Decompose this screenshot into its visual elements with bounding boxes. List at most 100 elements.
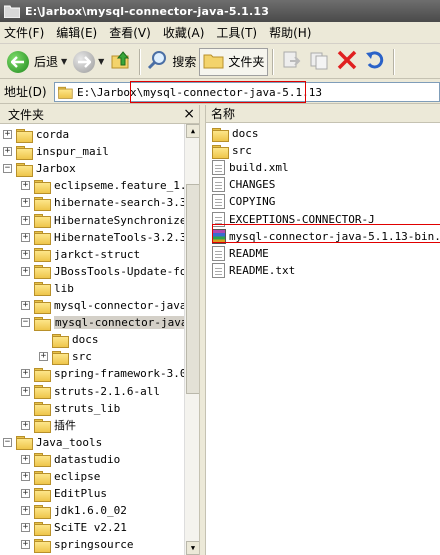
chevron-down-icon[interactable]: ▼ <box>61 57 67 66</box>
delete-icon <box>336 49 358 74</box>
tree-item[interactable]: + struts-2.1.6-all <box>21 383 160 400</box>
chevron-down-icon[interactable]: ▼ <box>98 57 104 66</box>
file-list-item[interactable]: build.xml <box>212 159 289 176</box>
expand-icon[interactable]: + <box>39 352 48 362</box>
menu-edit[interactable]: 编辑(E) <box>56 24 97 41</box>
tree-item[interactable]: struts_lib <box>21 400 120 417</box>
copy-to-button[interactable] <box>305 48 333 76</box>
tree-item[interactable]: + eclipseme.feature_1.7. <box>21 177 199 194</box>
expand-icon[interactable]: + <box>21 540 30 550</box>
tree-item[interactable]: + src <box>39 348 92 365</box>
tree-item[interactable]: + JBossTools-Update-for <box>21 263 193 280</box>
tree-item-label: docs <box>72 333 99 347</box>
folder-icon <box>34 196 51 211</box>
tree-item-label: Jarbox <box>36 162 76 176</box>
tree-item[interactable]: − mysql-connector-java-5 <box>21 314 199 331</box>
menu-file[interactable]: 文件(F) <box>4 24 44 41</box>
move-to-button[interactable] <box>277 48 305 76</box>
expand-icon[interactable]: + <box>21 454 30 464</box>
expand-icon[interactable]: + <box>3 130 12 139</box>
file-list-item[interactable]: README <box>212 245 269 262</box>
file-list-item[interactable]: src <box>212 142 252 159</box>
expand-icon[interactable]: + <box>21 506 30 516</box>
expand-icon[interactable]: + <box>21 266 30 276</box>
archive-icon <box>212 228 226 244</box>
up-folder-button[interactable] <box>107 48 135 76</box>
tree-item[interactable]: + 插件 <box>21 417 76 434</box>
expand-icon[interactable]: + <box>21 369 30 379</box>
tree-item[interactable]: + EditPlus <box>21 485 107 502</box>
tree-item[interactable]: + jdk1.6.0_02 <box>21 502 127 519</box>
folder-icon <box>34 538 51 553</box>
scroll-up-arrow[interactable]: ▲ <box>186 124 199 138</box>
expand-icon[interactable]: + <box>21 301 30 310</box>
expand-icon[interactable]: + <box>21 386 30 396</box>
tree-item[interactable]: + HibernateSynchronizer <box>21 212 193 229</box>
forward-arrow-icon <box>73 50 96 73</box>
expand-icon[interactable]: + <box>21 489 30 499</box>
tree-item[interactable]: + inspur_mail <box>3 143 109 160</box>
scroll-down-arrow[interactable]: ▼ <box>186 541 199 555</box>
menu-favorites[interactable]: 收藏(A) <box>163 24 205 41</box>
address-bar: 地址(D) E:\Jarbox \mysql-connector-java-5.1… <box>0 80 440 104</box>
expand-icon[interactable]: + <box>3 147 12 157</box>
file-list-item[interactable]: docs <box>212 125 259 142</box>
expand-icon[interactable]: + <box>21 249 30 259</box>
close-icon[interactable]: × <box>183 106 195 122</box>
menu-bar: 文件(F) 编辑(E) 查看(V) 收藏(A) 工具(T) 帮助(H) <box>0 22 440 44</box>
search-button[interactable]: 搜索 <box>144 48 199 76</box>
collapse-icon[interactable]: − <box>3 437 12 447</box>
file-list-item[interactable]: EXCEPTIONS-CONNECTOR-J <box>212 211 375 228</box>
tree-item[interactable]: lib <box>21 280 74 297</box>
file-name: docs <box>232 127 259 140</box>
tree-item[interactable]: + HibernateTools-3.2.3.0 <box>21 229 199 246</box>
back-button[interactable]: 后退 ▼ <box>4 48 70 76</box>
scrollbar-thumb[interactable] <box>186 184 199 394</box>
menu-view[interactable]: 查看(V) <box>109 24 151 41</box>
back-label: 后退 <box>34 55 59 69</box>
expand-icon[interactable]: + <box>21 420 30 430</box>
tree-item[interactable]: + hibernate-search-3.3.0 <box>21 194 199 211</box>
tree-item-label: src <box>72 350 92 364</box>
tree-item[interactable]: docs <box>52 331 99 348</box>
collapse-icon[interactable]: − <box>3 164 12 174</box>
address-path-highlighted: \mysql-connector-java-5.1.13 <box>136 85 323 99</box>
expand-icon[interactable]: + <box>21 198 30 208</box>
tree-item[interactable]: + mysql-connector-java-3 <box>21 297 199 314</box>
menu-tools[interactable]: 工具(T) <box>216 24 257 41</box>
expand-icon[interactable]: + <box>21 472 30 481</box>
tree-item[interactable]: + eclipse <box>21 468 100 485</box>
expand-icon[interactable]: + <box>21 232 30 242</box>
expand-icon[interactable]: + <box>21 181 30 191</box>
tree-item[interactable]: + SciTE v2.21 <box>21 519 127 536</box>
file-list-item[interactable]: README.txt <box>212 262 295 279</box>
up-folder-icon <box>110 49 132 74</box>
tree-item[interactable]: + datastudio <box>21 451 120 468</box>
folders-toggle-button[interactable]: 文件夹 <box>199 47 269 76</box>
name-column-header[interactable]: 名称 <box>206 105 440 123</box>
folder-icon <box>34 470 51 485</box>
file-list-item[interactable]: mysql-connector-java-5.1.13-bin.jar <box>212 228 440 245</box>
tree-scrollbar[interactable]: ▲ ▼ <box>184 124 199 555</box>
address-input[interactable]: E:\Jarbox \mysql-connector-java-5.1.13 <box>54 82 440 102</box>
tree-item[interactable]: + corda <box>3 126 69 143</box>
menu-help[interactable]: 帮助(H) <box>269 24 311 41</box>
delete-button[interactable] <box>333 48 361 76</box>
forward-button[interactable]: ▼ <box>70 48 107 76</box>
file-list-item[interactable]: COPYING <box>212 193 275 210</box>
expand-icon[interactable]: + <box>21 523 30 533</box>
tree-item[interactable]: − Jarbox <box>3 160 76 177</box>
folder-icon <box>52 350 69 365</box>
folder-icon <box>16 128 33 143</box>
undo-button[interactable] <box>361 48 389 76</box>
address-path-prefix: E:\Jarbox <box>77 85 137 99</box>
tree-item-label: HibernateTools-3.2.3.0 <box>54 230 199 244</box>
tree-item[interactable]: + springsource <box>21 536 133 553</box>
tree-item-label: struts_lib <box>54 401 121 415</box>
tree-item[interactable]: − Java_tools <box>3 434 102 451</box>
collapse-icon[interactable]: − <box>21 318 30 328</box>
tree-item[interactable]: + jarkct-struct <box>21 246 140 263</box>
file-list-item[interactable]: CHANGES <box>212 176 275 193</box>
tree-item[interactable]: + spring-framework-3.0.2 <box>21 365 199 382</box>
expand-icon[interactable]: + <box>21 215 30 225</box>
